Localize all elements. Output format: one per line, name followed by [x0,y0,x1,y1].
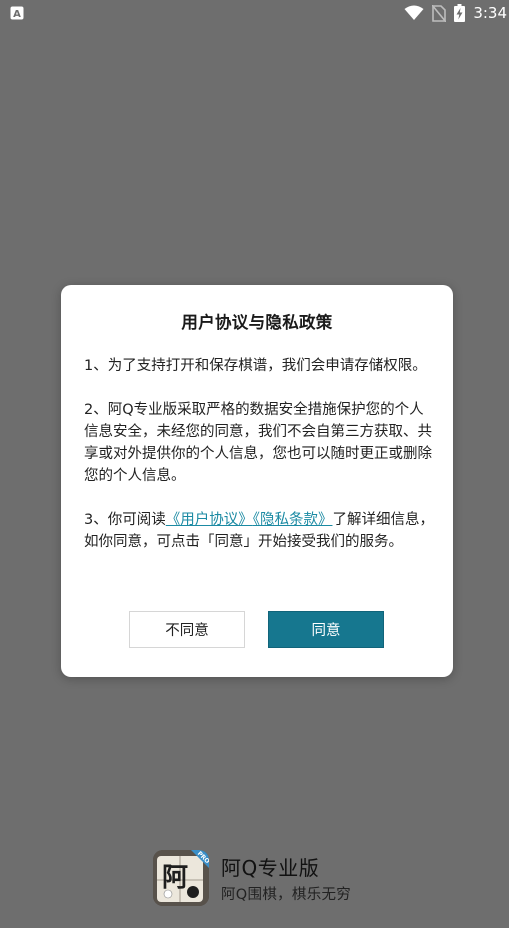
paragraph-data-security: 2、阿Q专业版采取严格的数据安全措施保护您的个人信息安全，未经您的同意，我们不会… [84,402,432,484]
privacy-policy-link[interactable]: 《隐私条款》 [253,512,333,528]
app-slogan: 阿Q围棋，棋乐无穷 [221,887,352,903]
para3-prefix: 3、你可阅读 [84,512,166,528]
svg-text:A: A [13,9,21,20]
dialog-title: 用户协议与隐私政策 [181,313,333,332]
app-name: 阿Q专业版 [221,856,320,880]
paragraph-agreement-links: 3、你可阅读《用户协议》《隐私条款》了解详细信息，如你同意，可点击「同意」开始接… [84,509,434,553]
a-notification-icon: A [10,5,24,20]
battery-charging-icon [454,4,466,22]
privacy-dialog: 用户协议与隐私政策 1、为了支持打开和保存棋谱，我们会申请存储权限。 2、阿Q专… [61,285,453,677]
logo-character: 阿 [162,863,188,893]
app-logo: 阿 PRO [153,850,209,906]
no-sim-icon [432,4,447,22]
wifi-icon [404,5,424,21]
agree-button[interactable]: 同意 [268,611,384,648]
dialog-body: 1、为了支持打开和保存棋谱，我们会申请存储权限。 2、阿Q专业版采取严格的数据安… [84,355,434,553]
status-bar: A 3:34 [0,0,509,26]
paragraph-storage-permission: 1、为了支持打开和保存棋谱，我们会申请存储权限。 [84,358,427,374]
status-time: 3:34 [473,4,507,22]
disagree-button[interactable]: 不同意 [129,611,245,648]
user-agreement-link[interactable]: 《用户协议》 [166,512,253,528]
